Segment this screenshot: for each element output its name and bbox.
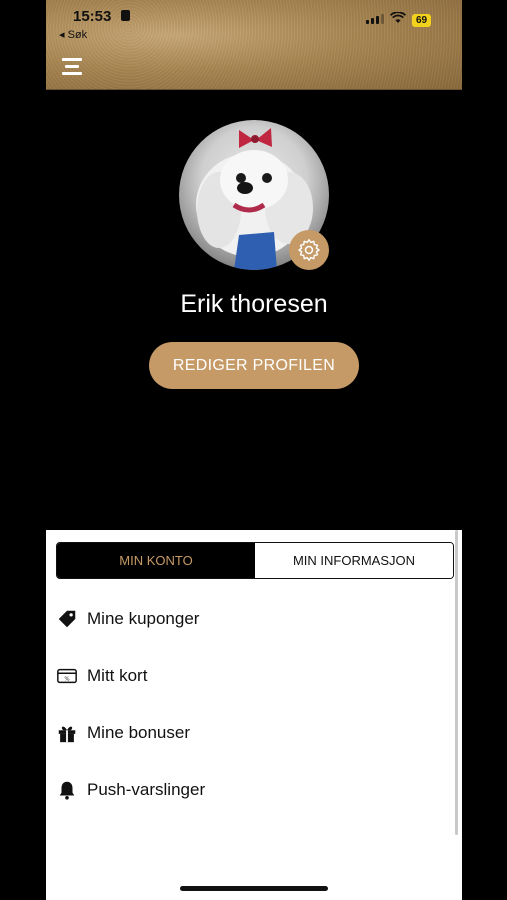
menu-item-label: Push-varslinger bbox=[87, 779, 206, 799]
svg-text:%: % bbox=[64, 676, 69, 682]
gift-icon bbox=[56, 722, 78, 744]
card-icon: % bbox=[56, 665, 78, 687]
bell-icon bbox=[56, 779, 78, 801]
menu-item-label: Mine kuponger bbox=[87, 608, 200, 628]
menu-item-bonuses[interactable]: Mine bonuser bbox=[46, 704, 456, 761]
tag-icon bbox=[56, 608, 78, 630]
app-screen: 15:53 ◂ Søk 69 Erik thoresen REDIGER PRO… bbox=[46, 0, 462, 900]
menu-item-label: Mitt kort bbox=[87, 665, 148, 685]
status-time: 15:53 bbox=[73, 8, 112, 25]
menu-item-card[interactable]: % Mitt kort bbox=[46, 647, 456, 704]
profile-avatar-container bbox=[179, 120, 329, 270]
focus-icon bbox=[121, 10, 130, 21]
hamburger-menu-icon[interactable] bbox=[62, 58, 82, 76]
account-menu-list: Mine kuponger % Mitt kort Mine bonuser P… bbox=[46, 590, 456, 818]
tab-min-informasjon[interactable]: MIN INFORMASJON bbox=[255, 543, 453, 578]
signal-icon bbox=[366, 14, 384, 24]
back-to-search-link[interactable]: ◂ Søk bbox=[59, 28, 87, 41]
gear-icon bbox=[298, 239, 320, 261]
home-indicator bbox=[180, 886, 328, 891]
profile-settings-button[interactable] bbox=[289, 230, 329, 270]
tab-min-konto[interactable]: MIN KONTO bbox=[57, 543, 255, 578]
header: 15:53 ◂ Søk 69 bbox=[46, 0, 462, 90]
battery-indicator: 69 bbox=[412, 14, 432, 27]
menu-item-push-notifications[interactable]: Push-varslinger bbox=[46, 761, 456, 818]
account-panel: MIN KONTO MIN INFORMASJON Mine kuponger … bbox=[46, 530, 462, 900]
menu-item-label: Mine bonuser bbox=[87, 722, 191, 742]
account-tabs: MIN KONTO MIN INFORMASJON bbox=[56, 542, 454, 579]
wifi-icon bbox=[390, 12, 406, 23]
menu-item-coupons[interactable]: Mine kuponger bbox=[46, 590, 456, 647]
scrollbar[interactable] bbox=[455, 530, 458, 835]
edit-profile-button[interactable]: REDIGER PROFILEN bbox=[149, 342, 359, 389]
profile-name: Erik thoresen bbox=[180, 290, 328, 318]
